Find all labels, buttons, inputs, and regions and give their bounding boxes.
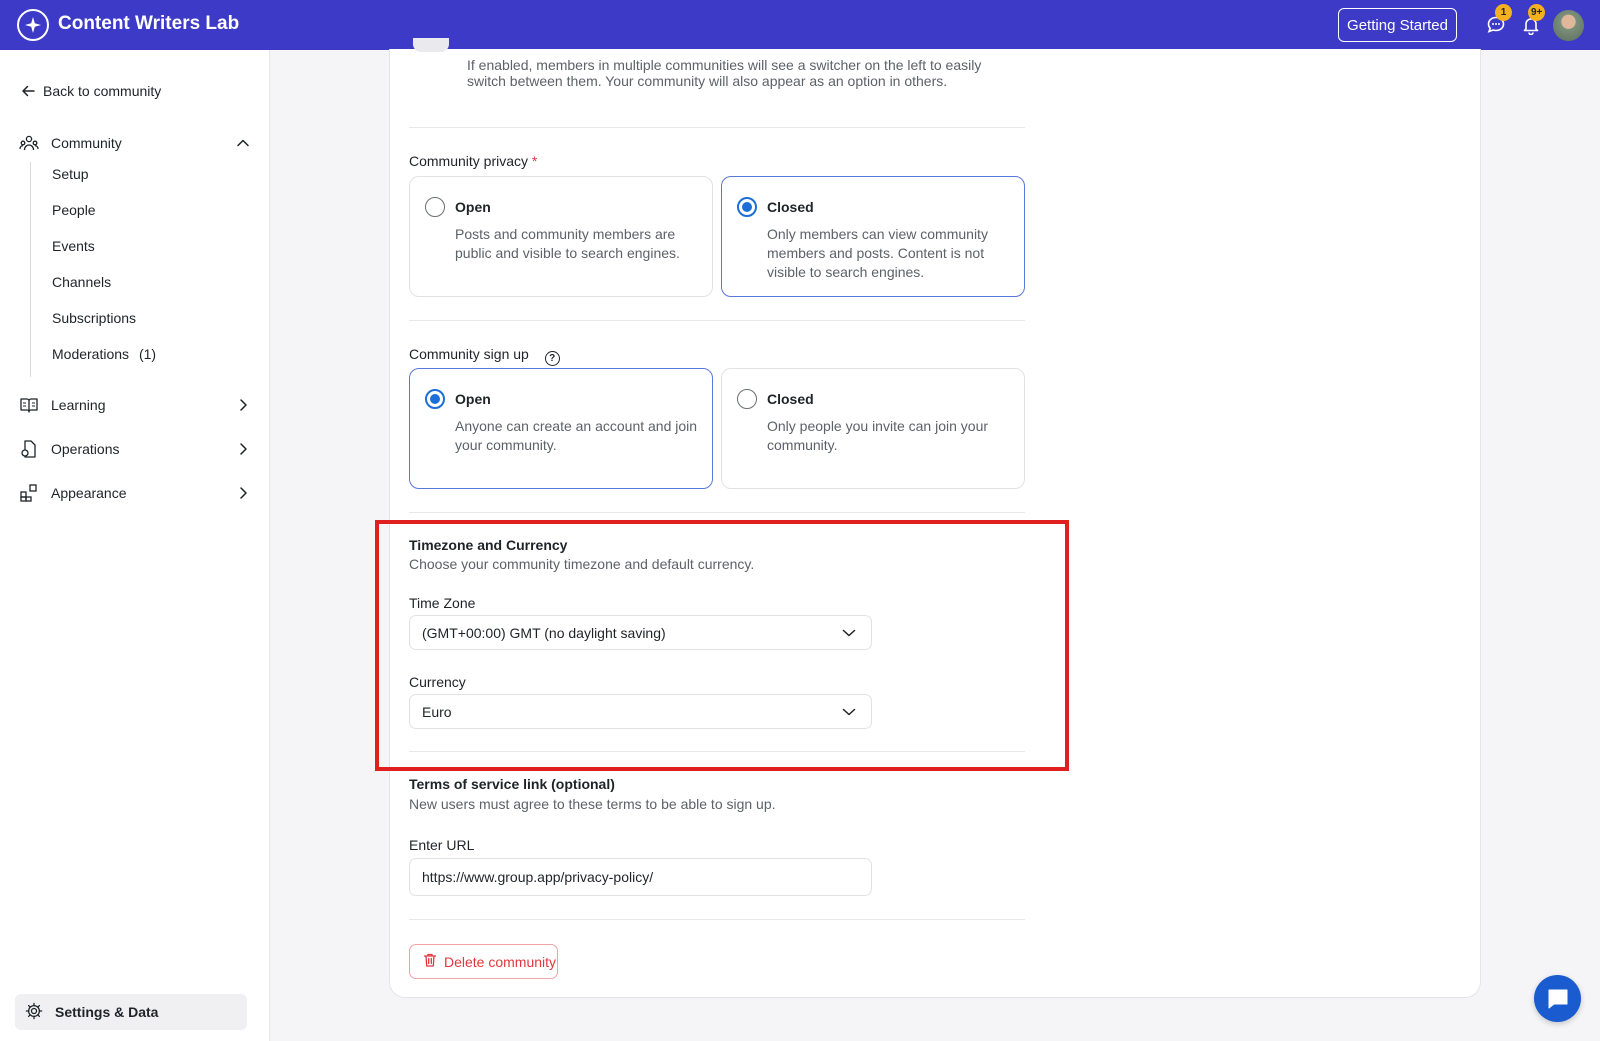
getting-started-button[interactable]: Getting Started bbox=[1338, 8, 1457, 42]
option-title: Closed bbox=[767, 391, 814, 407]
sidebar-item-appearance-label: Appearance bbox=[51, 485, 127, 501]
delete-community-button[interactable]: Delete community bbox=[409, 944, 558, 979]
arrow-left-icon bbox=[22, 85, 35, 97]
moderations-count: (1) bbox=[138, 346, 157, 362]
sidebar-item-operations-label: Operations bbox=[51, 441, 120, 457]
chevron-right-icon[interactable] bbox=[235, 397, 251, 413]
trash-icon bbox=[422, 952, 438, 971]
privacy-option-closed[interactable]: Closed Only members can view community m… bbox=[721, 176, 1025, 297]
option-description: Only members can view community members … bbox=[767, 226, 988, 280]
community-icon bbox=[19, 133, 39, 153]
book-icon bbox=[19, 395, 39, 415]
subnav-divider bbox=[30, 162, 31, 377]
option-title: Open bbox=[455, 199, 491, 215]
sidebar-item-moderations-label: Moderations bbox=[52, 346, 130, 362]
sidebar-item-appearance[interactable]: Appearance bbox=[19, 478, 251, 508]
option-title: Open bbox=[455, 391, 491, 407]
app-title[interactable]: Content Writers Lab bbox=[58, 13, 239, 35]
terms-title: Terms of service link (optional) bbox=[409, 776, 615, 792]
logo-star-icon[interactable] bbox=[17, 9, 49, 41]
option-description: Posts and community members are public a… bbox=[455, 226, 680, 261]
sidebar-item-events[interactable]: Events bbox=[52, 238, 95, 254]
radio-signup-open[interactable] bbox=[425, 389, 445, 409]
required-mark: * bbox=[531, 153, 538, 169]
sidebar-item-learning[interactable]: Learning bbox=[19, 390, 251, 420]
sidebar-item-subscriptions[interactable]: Subscriptions bbox=[52, 310, 136, 326]
privacy-label-text: Community privacy bbox=[409, 153, 529, 169]
terms-subtitle: New users must agree to these terms to b… bbox=[409, 796, 776, 812]
signup-label: Community sign up ? bbox=[409, 346, 560, 366]
chevron-right-icon[interactable] bbox=[235, 485, 251, 501]
divider bbox=[409, 127, 1025, 128]
sidebar-item-community[interactable]: Community bbox=[19, 128, 251, 158]
operations-icon bbox=[19, 439, 39, 459]
messages-badge: 1 bbox=[1495, 4, 1512, 21]
community-switcher-toggle[interactable] bbox=[413, 38, 449, 52]
url-label: Enter URL bbox=[409, 837, 475, 853]
back-to-community-link[interactable]: Back to community bbox=[21, 83, 161, 99]
privacy-option-open[interactable]: Open Posts and community members are pub… bbox=[409, 176, 713, 297]
sidebar-item-community-label: Community bbox=[51, 135, 122, 151]
gear-icon bbox=[25, 1002, 43, 1023]
signup-option-open[interactable]: Open Anyone can create an account and jo… bbox=[409, 368, 713, 489]
signup-option-closed[interactable]: Closed Only people you invite can join y… bbox=[721, 368, 1025, 489]
grid-icon bbox=[19, 483, 39, 503]
help-icon[interactable]: ? bbox=[544, 351, 560, 366]
sidebar-item-people[interactable]: People bbox=[52, 202, 96, 218]
back-to-community-label: Back to community bbox=[43, 83, 162, 99]
sidebar-item-learning-label: Learning bbox=[51, 397, 106, 413]
divider bbox=[409, 919, 1025, 920]
option-title: Closed bbox=[767, 199, 814, 215]
avatar[interactable] bbox=[1553, 10, 1584, 41]
highlight-box bbox=[375, 520, 1069, 771]
terms-url-input[interactable]: https://www.group.app/privacy-policy/ bbox=[409, 858, 872, 896]
chat-bubble-icon bbox=[1548, 989, 1567, 1008]
sidebar-item-setup[interactable]: Setup bbox=[52, 166, 89, 182]
delete-community-label: Delete community bbox=[444, 953, 557, 970]
privacy-label: Community privacy * bbox=[409, 153, 537, 169]
terms-url-value: https://www.group.app/privacy-policy/ bbox=[422, 869, 654, 885]
sidebar-item-operations[interactable]: Operations bbox=[19, 434, 251, 464]
chat-widget-button[interactable] bbox=[1534, 975, 1581, 1022]
signup-label-text: Community sign up bbox=[409, 346, 529, 362]
radio-signup-closed[interactable] bbox=[737, 389, 757, 409]
switcher-help-text: If enabled, members in multiple communit… bbox=[467, 57, 982, 89]
radio-privacy-closed[interactable] bbox=[737, 197, 757, 217]
sidebar-item-settings[interactable]: Settings & Data bbox=[15, 994, 247, 1030]
divider bbox=[409, 320, 1025, 321]
divider bbox=[409, 512, 1025, 513]
option-description: Anyone can create an account and join yo… bbox=[455, 418, 698, 453]
option-description: Only people you invite can join your com… bbox=[767, 418, 989, 453]
sidebar: Back to community Community Setup People… bbox=[0, 50, 270, 1041]
chevron-up-icon[interactable] bbox=[235, 135, 251, 151]
sidebar-item-moderations[interactable]: Moderations (1) bbox=[52, 346, 156, 362]
sidebar-item-channels[interactable]: Channels bbox=[52, 274, 111, 290]
radio-privacy-open[interactable] bbox=[425, 197, 445, 217]
chevron-right-icon[interactable] bbox=[235, 441, 251, 457]
top-bar: Content Writers Lab Getting Started 1 9+ bbox=[0, 0, 1600, 50]
settings-label: Settings & Data bbox=[55, 1004, 159, 1020]
